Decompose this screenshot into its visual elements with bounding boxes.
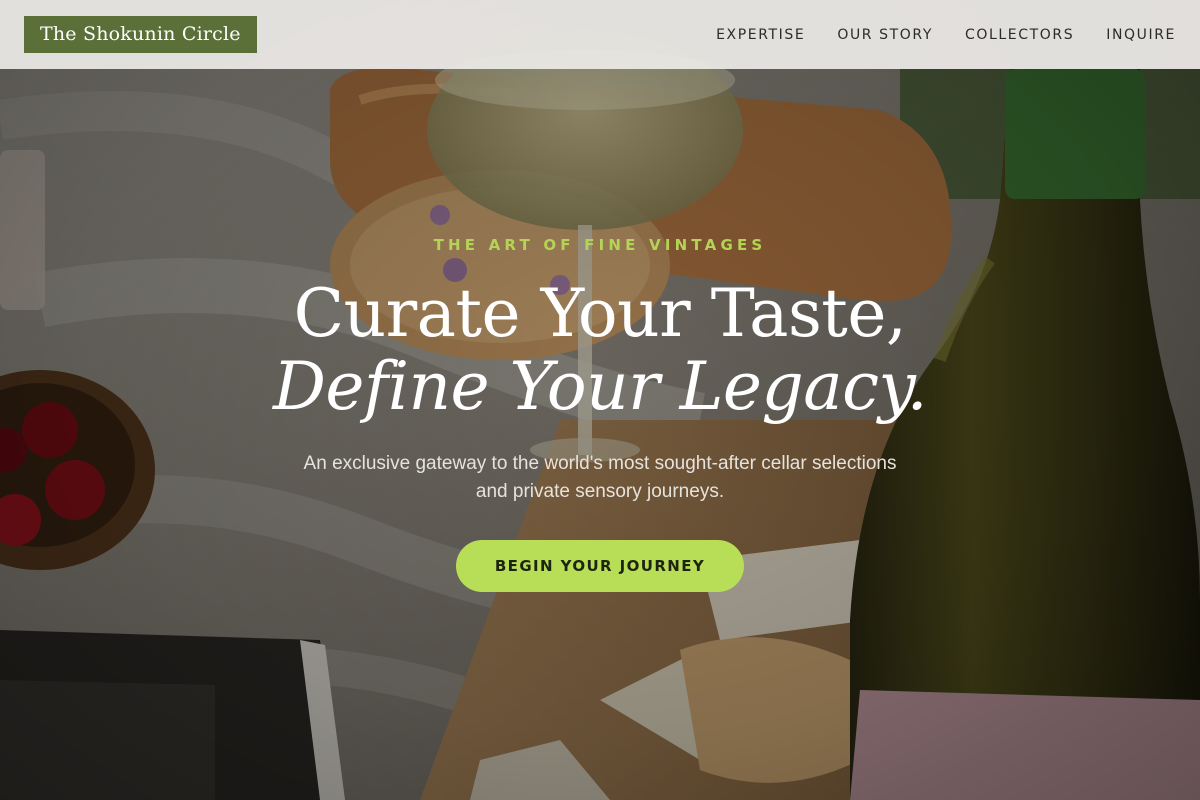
brand-logo[interactable]: The Shokunin Circle <box>24 16 257 53</box>
hero-title-line2: Define Your Legacy. <box>272 348 928 425</box>
hero-subtitle: An exclusive gateway to the world's most… <box>303 453 897 502</box>
hero-eyebrow: THE ART OF FINE VINTAGES <box>433 236 767 254</box>
hero-section: THE ART OF FINE VINTAGES Curate Your Tas… <box>0 236 1200 592</box>
nav-link-collectors[interactable]: COLLECTORS <box>965 27 1074 43</box>
main-nav: EXPERTISE OUR STORY COLLECTORS INQUIRE <box>716 27 1176 43</box>
begin-journey-button[interactable]: BEGIN YOUR JOURNEY <box>456 540 744 592</box>
nav-link-expertise[interactable]: EXPERTISE <box>716 27 805 43</box>
hero-title-line1: Curate Your Taste, <box>293 275 907 352</box>
nav-link-inquire[interactable]: INQUIRE <box>1106 27 1176 43</box>
site-header: The Shokunin Circle EXPERTISE OUR STORY … <box>0 0 1200 69</box>
hero-title: Curate Your Taste, Define Your Legacy. <box>0 278 1200 424</box>
nav-link-our-story[interactable]: OUR STORY <box>837 27 933 43</box>
